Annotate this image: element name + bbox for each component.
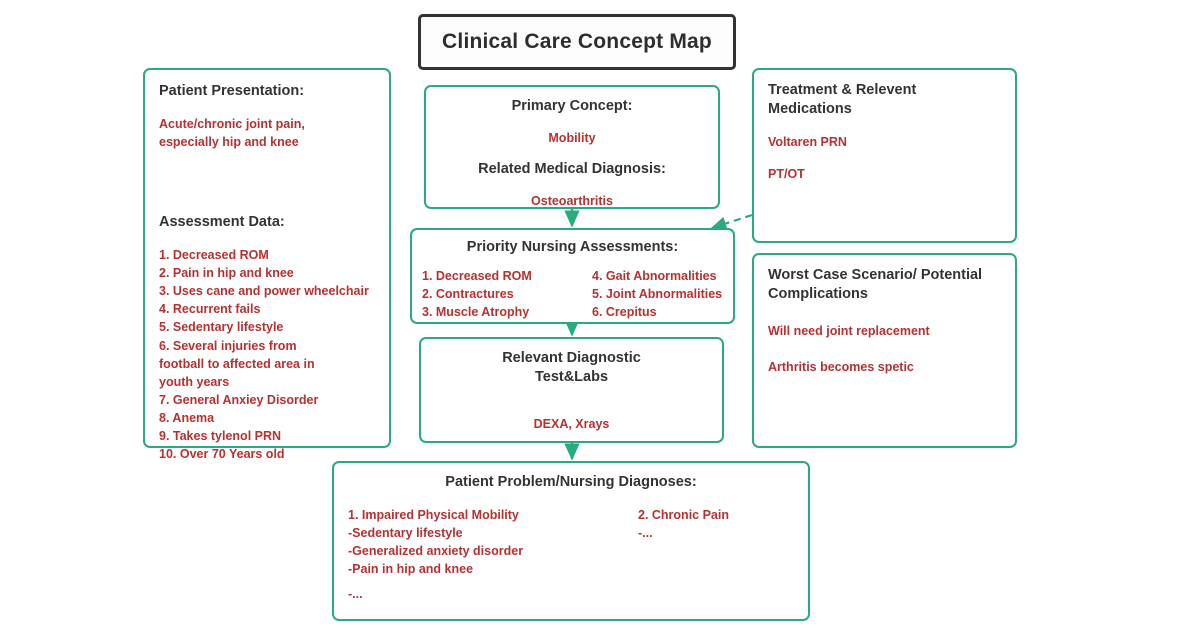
treatment-medications-box: Treatment & Relevent Medications Voltare…	[752, 68, 1017, 243]
list-item: 1. Decreased ROM	[159, 247, 269, 262]
primary-concept-value: Mobility	[548, 130, 596, 145]
primary-concept-header: Primary Concept:	[511, 98, 633, 114]
list-item-ellipsis: -...	[638, 525, 653, 540]
patient-presentation-header: Patient Presentation:	[159, 83, 305, 99]
nursing-diagnoses-column-right: 2. Chronic Pain -...	[638, 506, 794, 604]
worst-case-item: Will need joint replacement	[768, 323, 930, 338]
list-item: 8. Anema	[159, 411, 215, 426]
nursing-diagnoses-list: 1. Impaired Physical Mobility -Sedentary…	[348, 506, 794, 604]
related-diagnosis-value: Osteoarthritis	[531, 193, 613, 208]
priority-assessments-header: Priority Nursing Assessments:	[466, 239, 679, 255]
diagnostic-tests-box: Relevant Diagnostic Test&Labs DEXA, Xray…	[419, 337, 724, 443]
list-item: -Pain in hip and knee	[348, 562, 474, 577]
patient-presentation-box: Patient Presentation: Acute/chronic join…	[143, 68, 391, 461]
diagnostic-tests-value: DEXA, Xrays	[533, 416, 610, 431]
treatment-item: Voltaren PRN	[768, 134, 847, 149]
list-item: 6. Crepitus	[592, 305, 657, 320]
list-item: 7. General Anxiey Disorder	[159, 392, 319, 407]
patient-presentation-text: Acute/chronic joint pain, especially hip…	[159, 116, 305, 149]
list-item: 3. Muscle Atrophy	[422, 305, 530, 320]
diagnostic-tests-header: Relevant Diagnostic Test&Labs	[502, 350, 641, 385]
list-item: 4. Gait Abnormalities	[592, 268, 717, 283]
nursing-diagnoses-column-left: 1. Impaired Physical Mobility -Sedentary…	[348, 506, 638, 604]
concept-map-canvas: Clinical Care Concept Map Patient Presen…	[0, 0, 1200, 630]
priority-assessments-column-left: 1. Decreased ROM 2. Contractures 3. Musc…	[422, 267, 592, 321]
priority-nursing-assessments-box: Priority Nursing Assessments: 1. Decreas…	[410, 228, 735, 324]
list-item: -Sedentary lifestyle	[348, 525, 463, 540]
list-item: 4. Recurrent fails	[159, 302, 261, 317]
treatment-header: Treatment & Relevent Medications	[768, 82, 917, 117]
connector-treatment-to-priority	[710, 213, 753, 231]
nursing-diagnoses-header: Patient Problem/Nursing Diagnoses:	[445, 474, 697, 490]
list-item: 3. Uses cane and power wheelchair	[159, 284, 369, 299]
priority-assessments-column-right: 4. Gait Abnormalities 5. Joint Abnormali…	[592, 267, 723, 321]
list-item: -Generalized anxiety disorder	[348, 544, 524, 559]
list-item: 1. Decreased ROM	[422, 268, 532, 283]
list-item: 5. Joint Abnormalities	[592, 286, 723, 301]
related-diagnosis-header: Related Medical Diagnosis:	[478, 160, 666, 177]
list-item: 2. Pain in hip and knee	[159, 266, 294, 281]
assessment-data-list: 1. Decreased ROM 2. Pain in hip and knee…	[159, 246, 375, 464]
list-item: 6. Several injuries from football to aff…	[159, 338, 315, 389]
priority-assessments-list: 1. Decreased ROM 2. Contractures 3. Musc…	[422, 267, 723, 321]
page-title-text: Clinical Care Concept Map	[442, 30, 712, 53]
primary-concept-box: Primary Concept: Mobility Related Medica…	[424, 85, 720, 209]
worst-case-item: Arthritis becomes spetic	[768, 359, 914, 374]
list-item: 2. Chronic Pain	[638, 507, 729, 522]
list-item: 2. Contractures	[422, 286, 514, 301]
list-item: 5. Sedentary lifestyle	[159, 320, 284, 335]
worst-case-scenario-box: Worst Case Scenario/ Potential Complicat…	[752, 253, 1017, 448]
list-item: 1. Impaired Physical Mobility	[348, 507, 519, 522]
nursing-diagnoses-box: Patient Problem/Nursing Diagnoses: 1. Im…	[332, 461, 810, 621]
assessment-data-header: Assessment Data:	[159, 214, 285, 231]
worst-case-header: Worst Case Scenario/ Potential Complicat…	[768, 267, 983, 302]
page-title: Clinical Care Concept Map	[418, 14, 736, 70]
list-item-ellipsis: -...	[348, 587, 363, 602]
list-item: 9. Takes tylenol PRN	[159, 429, 282, 444]
treatment-item: PT/OT	[768, 166, 805, 181]
